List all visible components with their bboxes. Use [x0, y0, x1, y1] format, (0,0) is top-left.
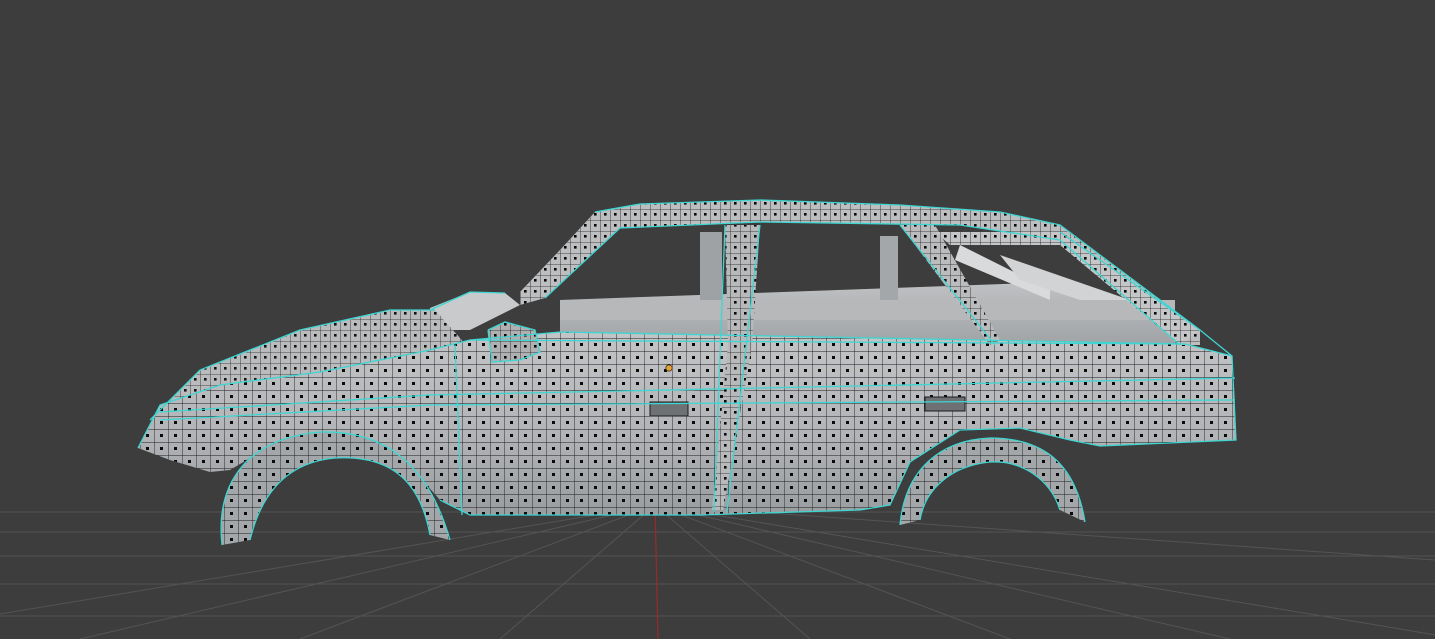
object-origin[interactable] [665, 364, 673, 372]
floor-grid [0, 504, 1435, 639]
3d-viewport[interactable] [0, 0, 1435, 639]
rear-door-handle [924, 396, 966, 412]
y-axis-line [654, 504, 659, 639]
